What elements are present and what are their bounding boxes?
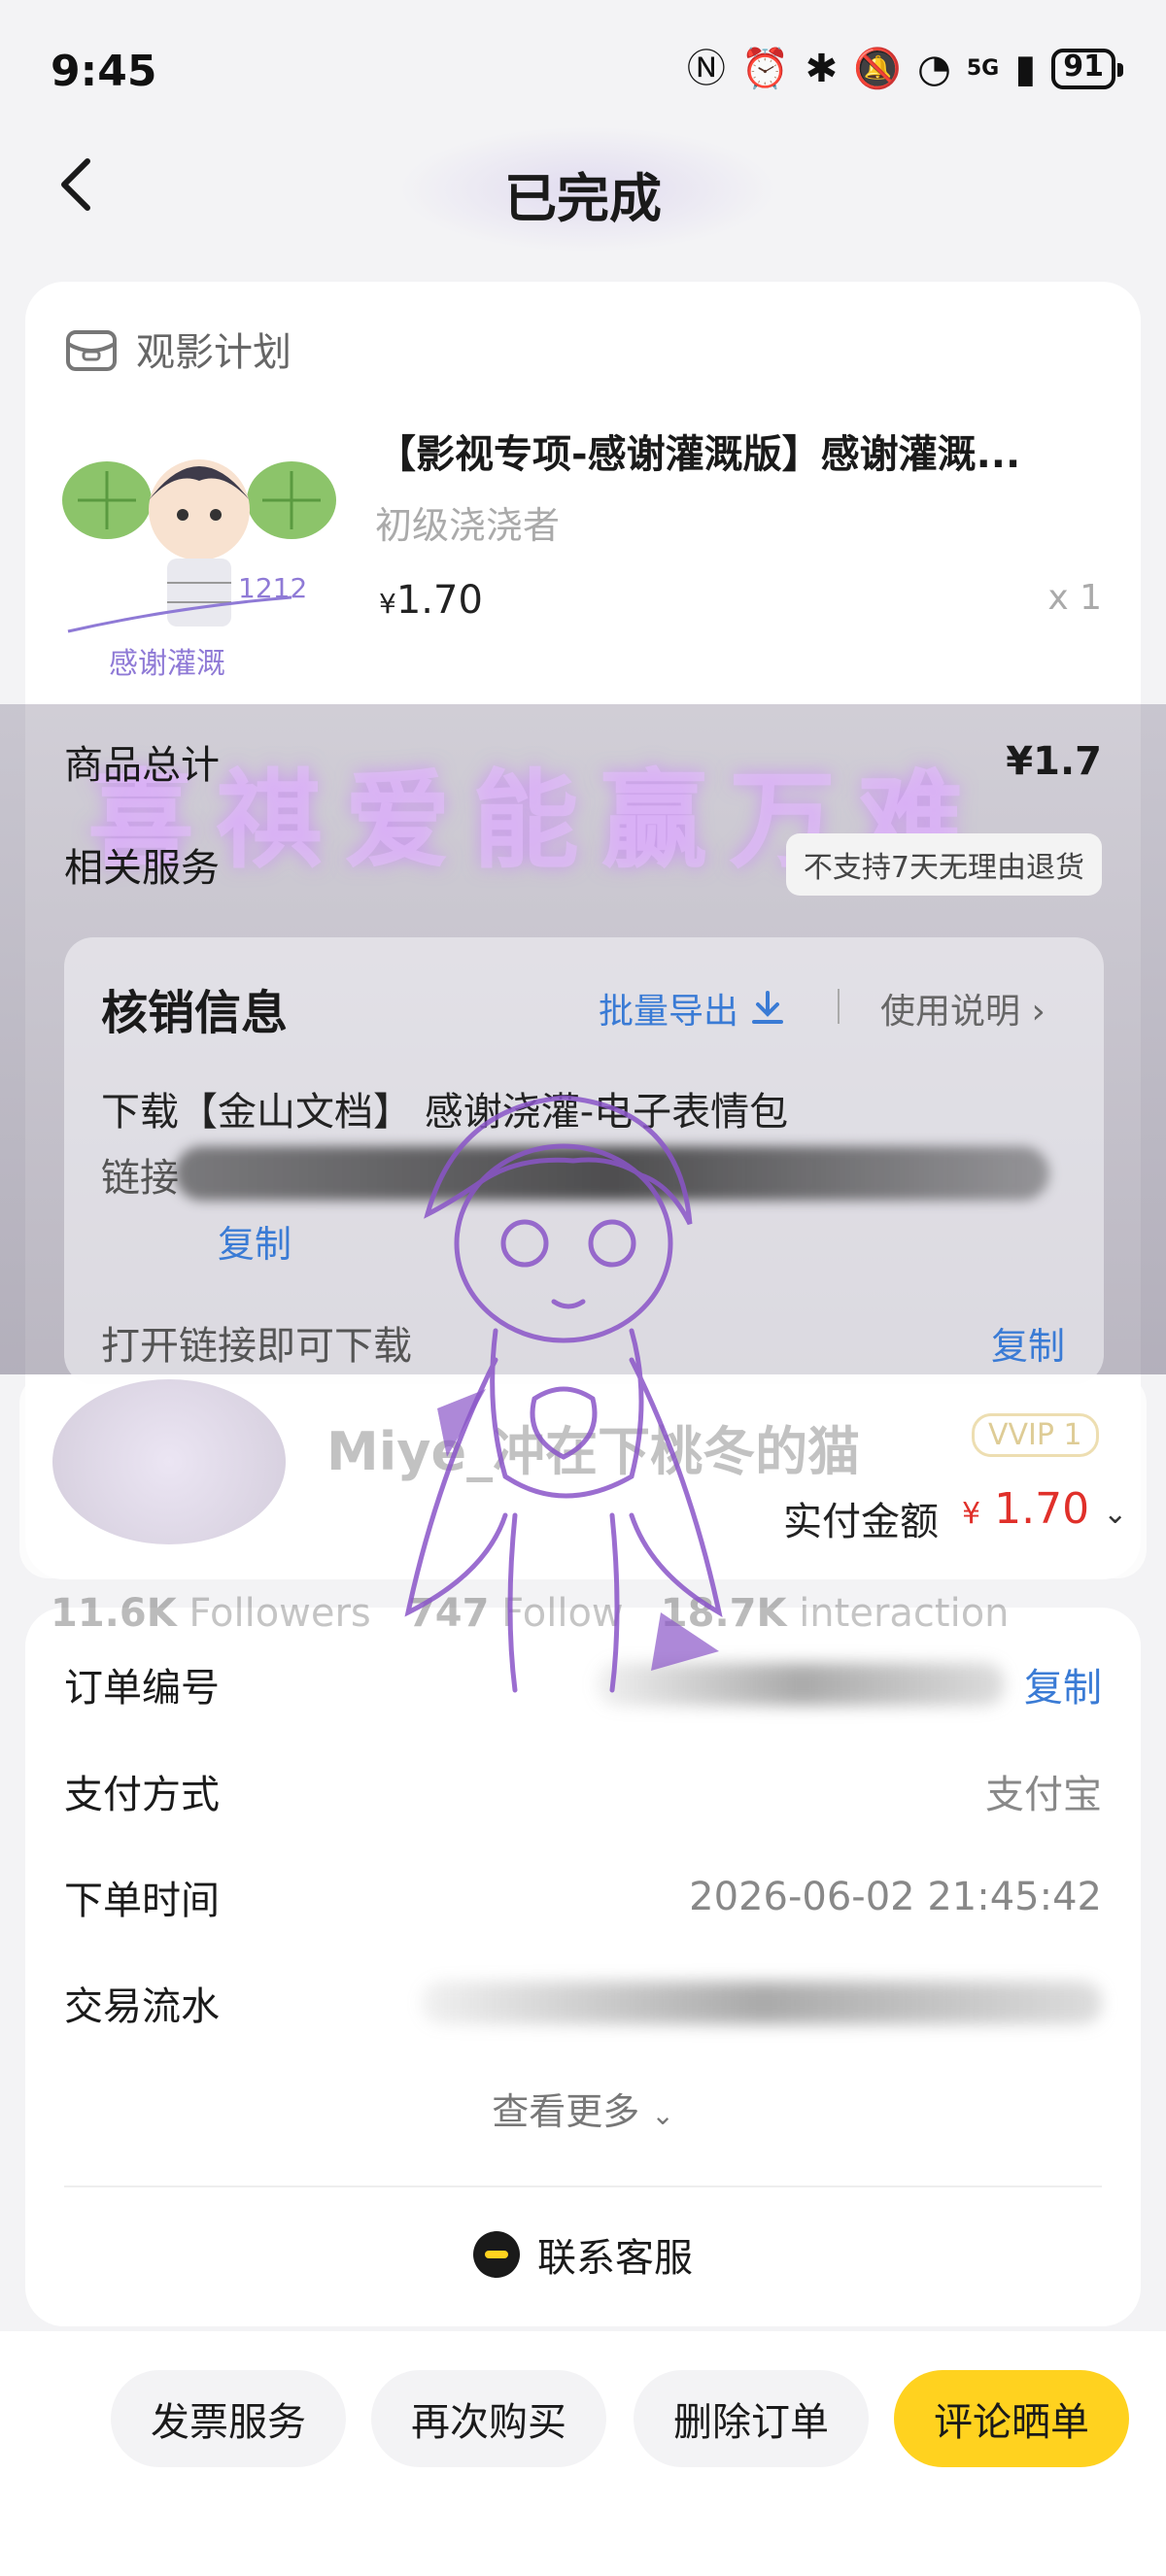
open-link-hint: 打开链接即可下载: [101, 1324, 412, 1369]
section-head[interactable]: 观影计划: [64, 321, 292, 377]
wifi-icon: ◔: [916, 47, 951, 91]
total-value: ¥1.7: [1006, 739, 1102, 784]
copy-code-button[interactable]: 复制: [991, 1316, 1065, 1370]
batch-export-label: 批量导出: [599, 992, 739, 1032]
row-pay-method: 支付方式 支付宝: [64, 1763, 1102, 1819]
signal-icon: ▮: [1014, 47, 1037, 91]
avatar[interactable]: [52, 1379, 286, 1544]
invoice-button[interactable]: 发票服务: [111, 2370, 346, 2467]
followers-label: Followers: [189, 1591, 371, 1636]
product-name[interactable]: 【影视专项-感谢灌溉版】感谢灌溉...: [377, 423, 1096, 479]
thumb-caption: 感谢灌溉: [109, 647, 225, 681]
status-icons: Ⓝ ⏰ ✱ 🔕 ◔ 5G ▮ 91: [686, 47, 1123, 91]
product-quantity: x 1: [1047, 578, 1102, 618]
thumb-signature: 1212: [238, 572, 307, 604]
divider: [838, 989, 840, 1024]
see-more-button[interactable]: 查看更多 ⌄: [0, 2082, 1166, 2135]
followers-count: 11.6K: [51, 1591, 177, 1636]
divider: [64, 2186, 1102, 2187]
product-spec: 初级浇浇者: [375, 504, 561, 547]
service-badge: 不支持7天无理由退货: [785, 833, 1102, 896]
service-label: 相关服务: [64, 846, 220, 891]
paid-amount[interactable]: ¥ 1.70 ⌄: [962, 1484, 1127, 1534]
delete-order-button[interactable]: 删除订单: [634, 2370, 869, 2467]
chevron-down-icon: ⌄: [1103, 1497, 1128, 1531]
pay-method-value: 支付宝: [985, 1773, 1102, 1817]
rebuy-button[interactable]: 再次购买: [371, 2370, 606, 2467]
row-transaction: 交易流水: [64, 1975, 1102, 2031]
price-value: 1.70: [395, 578, 483, 623]
customer-service-icon: [473, 2231, 520, 2278]
review-button[interactable]: 评论晒单: [894, 2370, 1129, 2467]
contact-service-button[interactable]: 联系客服: [0, 2226, 1166, 2283]
paid-label: 实付金额: [783, 1500, 939, 1544]
contact-service-label: 联系客服: [537, 2236, 693, 2281]
see-more-label: 查看更多: [492, 2090, 640, 2133]
verify-title: 核销信息: [101, 986, 289, 1040]
product-illustration: 1212 感谢灌溉: [58, 413, 340, 695]
paid-symbol: ¥: [962, 1497, 981, 1531]
chevron-down-icon: ⌄: [651, 2099, 674, 2131]
alarm-icon: ⏰: [740, 47, 790, 91]
order-time-label: 下单时间: [64, 1879, 220, 1923]
shop-icon: [66, 330, 117, 371]
product-thumbnail[interactable]: 1212 感谢灌溉: [58, 413, 340, 695]
transaction-label: 交易流水: [64, 1984, 220, 2029]
pay-method-label: 支付方式: [64, 1773, 220, 1817]
network-label: 5G: [966, 56, 1000, 81]
usage-guide-label: 使用说明: [880, 992, 1021, 1032]
link-label: 链接: [101, 1156, 179, 1201]
page-title: 已完成: [504, 168, 662, 229]
paid-value: 1.70: [994, 1484, 1090, 1534]
row-service: 相关服务 不支持7天无理由退货: [64, 833, 1102, 896]
vip-badge: VVIP 1: [972, 1413, 1099, 1457]
usage-guide-button[interactable]: 使用说明 ›: [880, 983, 1046, 1034]
row-order-time: 下单时间 2026-06-02 21:45:42: [64, 1869, 1102, 1925]
redacted-transaction: [422, 1982, 1102, 2024]
interaction-label: interaction: [799, 1591, 1010, 1636]
order-no-label: 订单编号: [64, 1666, 220, 1711]
status-time: 9:45: [51, 47, 157, 96]
battery-icon: 91: [1051, 49, 1123, 89]
price-symbol: ¥: [379, 588, 396, 620]
copy-order-no-button[interactable]: 复制: [1024, 1656, 1102, 1712]
copy-link-button[interactable]: 复制: [218, 1214, 292, 1268]
mascot-sketch: [404, 1095, 723, 1693]
order-time-value: 2026-06-02 21:45:42: [689, 1875, 1102, 1919]
total-label: 商品总计: [64, 743, 220, 788]
row-total: 商品总计 ¥1.7: [64, 733, 1102, 790]
download-icon: [752, 991, 784, 1024]
status-bar: 9:45 Ⓝ ⏰ ✱ 🔕 ◔ 5G ▮ 91: [0, 0, 1166, 146]
product-price: ¥1.70: [379, 578, 483, 623]
batch-export-button[interactable]: 批量导出: [599, 983, 787, 1034]
mute-icon: 🔕: [853, 47, 902, 91]
chevron-right-icon: ›: [1031, 992, 1046, 1032]
nfc-icon: Ⓝ: [686, 47, 726, 91]
bluetooth-icon: ✱: [805, 47, 839, 91]
section-label: 观影计划: [136, 330, 292, 375]
